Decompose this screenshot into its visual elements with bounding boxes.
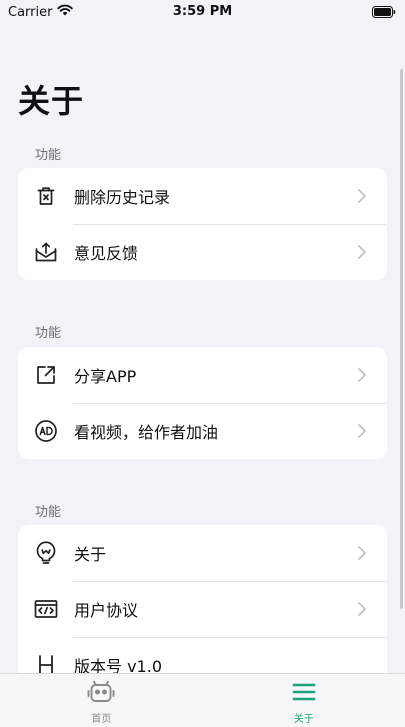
row-share-app[interactable]: 分享APP (18, 347, 387, 403)
section-card-2: 分享APP 看视频，给作者加油 (18, 347, 387, 459)
code-document-icon (32, 595, 60, 623)
tab-label: 首页 (91, 714, 112, 725)
section-header-1: 功能 (35, 148, 62, 163)
row-watch-video[interactable]: 看视频，给作者加油 (18, 403, 387, 459)
row-label: 分享APP (74, 367, 137, 386)
section-card-3: 关于 用户协议 版本号 v1.0 (18, 525, 387, 673)
page-title: 关于 (18, 82, 85, 120)
robot-icon (87, 680, 115, 708)
scroll-indicator (400, 69, 403, 609)
tab-about[interactable]: 关于 (203, 674, 405, 727)
row-label: 关于 (74, 545, 107, 564)
tab-label: 关于 (293, 714, 314, 725)
row-label: 版本号 v1.0 (74, 657, 163, 673)
section-card-1: 删除历史记录 意见反馈 (18, 168, 387, 280)
row-about[interactable]: 关于 (18, 525, 387, 581)
chevron-right-icon (353, 243, 371, 261)
section-header-2: 功能 (35, 326, 62, 341)
ad-icon (32, 417, 60, 445)
section-header-3: 功能 (35, 505, 62, 520)
settings-scroll-view[interactable]: 关于 功能 删除历史记录 意见反馈 功能 分享APP 看视频，给作者加油 功能 … (0, 24, 405, 673)
row-label: 看视频，给作者加油 (74, 423, 219, 442)
chevron-right-icon (353, 422, 371, 440)
chevron-right-icon (353, 366, 371, 384)
battery-icon (372, 6, 396, 22)
chevron-right-icon (353, 544, 371, 562)
row-feedback[interactable]: 意见反馈 (18, 224, 387, 280)
chevron-right-icon (353, 187, 371, 205)
row-user-agreement[interactable]: 用户协议 (18, 581, 387, 637)
row-label: 意见反馈 (74, 244, 139, 263)
status-time: 3:59 PM (172, 4, 233, 19)
row-version: 版本号 v1.0 (18, 637, 387, 673)
row-delete-history[interactable]: 删除历史记录 (18, 168, 387, 224)
share-external-icon (32, 361, 60, 389)
status-bar: Carrier 3:59 PM (0, 0, 405, 24)
h-letter-icon (32, 651, 60, 673)
inbox-upload-icon (32, 238, 60, 266)
bulb-icon (32, 539, 60, 567)
menu-icon (291, 680, 317, 708)
chevron-right-icon (353, 600, 371, 618)
row-label: 删除历史记录 (74, 188, 171, 207)
tab-home[interactable]: 首页 (0, 674, 203, 727)
trash-icon (32, 182, 60, 210)
row-label: 用户协议 (74, 601, 139, 620)
tab-bar: 首页 关于 (0, 673, 405, 727)
